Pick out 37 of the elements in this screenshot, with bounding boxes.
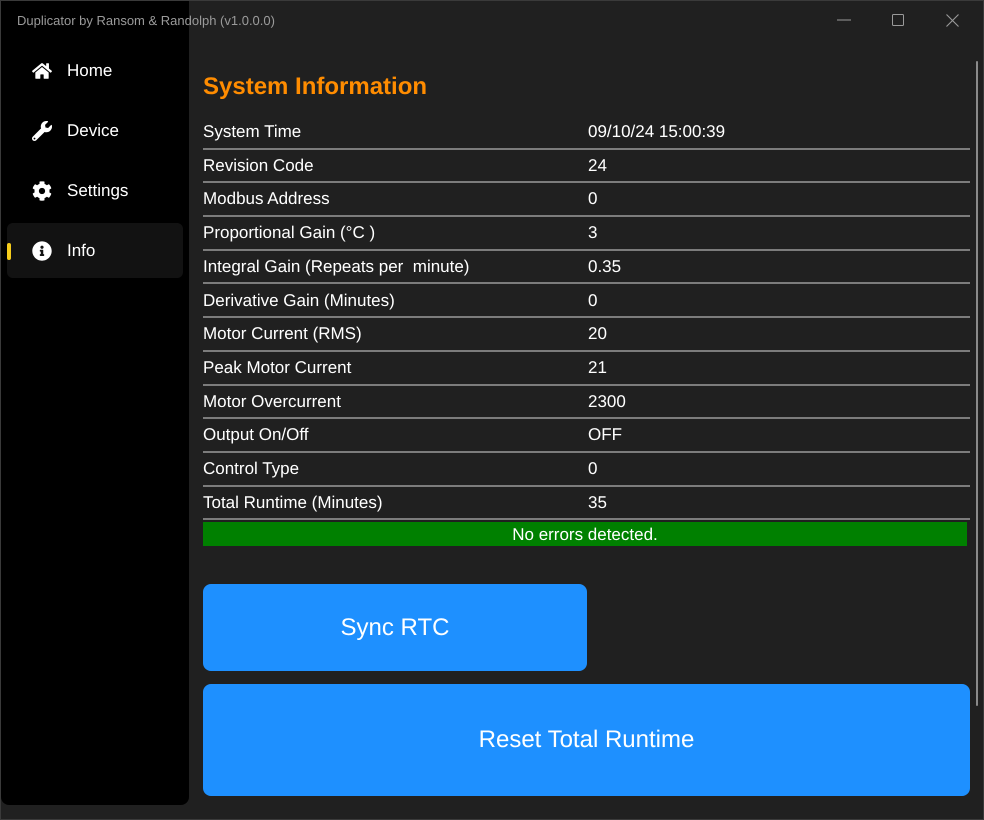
info-value: 21 [588, 356, 607, 379]
info-value: 0.35 [588, 256, 622, 278]
info-value: 0 [588, 458, 598, 480]
info-label: Control Type [203, 458, 300, 480]
info-value: 09/10/24 15:00:39 [588, 121, 726, 144]
status-bar: No errors detected. [203, 522, 967, 546]
info-label: Integral Gain (Repeats per minute) [203, 256, 470, 278]
info-label: Modbus Address [203, 188, 331, 210]
info-label: Peak Motor Current [203, 356, 352, 379]
info-label: Derivative Gain (Minutes) [203, 290, 396, 312]
info-value: 0 [588, 188, 598, 210]
info-value: 3 [588, 222, 598, 244]
home-icon [32, 60, 52, 80]
selection-indicator [7, 243, 11, 260]
sidebar-item[interactable]: Info [7, 223, 183, 278]
minimize-icon [837, 19, 851, 21]
info-label: Total Runtime (Minutes) [203, 492, 384, 514]
info-label: Motor Current (RMS) [203, 323, 363, 346]
close-icon [946, 14, 958, 26]
scrollbar[interactable] [976, 61, 978, 706]
info-label: Proportional Gain (°C ) [203, 222, 376, 244]
info-label: System Time [203, 121, 302, 144]
maximize-icon [892, 14, 904, 26]
info-label: Output On/Off [203, 424, 310, 446]
gear-icon [32, 180, 52, 200]
info-value: 24 [588, 154, 607, 177]
info-label: Motor Overcurrent [203, 390, 342, 413]
info-value: 20 [588, 323, 607, 346]
info-value: OFF [588, 424, 622, 446]
info-value: 2300 [588, 390, 626, 413]
window-title: Duplicator by Ransom & Randolph (v1.0.0.0) [17, 13, 275, 29]
wrench-icon [32, 120, 52, 140]
page-title: System Information [203, 73, 428, 101]
info-label: Revision Code [203, 154, 315, 177]
info-value: 35 [588, 492, 607, 514]
info-icon [32, 240, 52, 260]
info-value: 0 [588, 290, 598, 312]
